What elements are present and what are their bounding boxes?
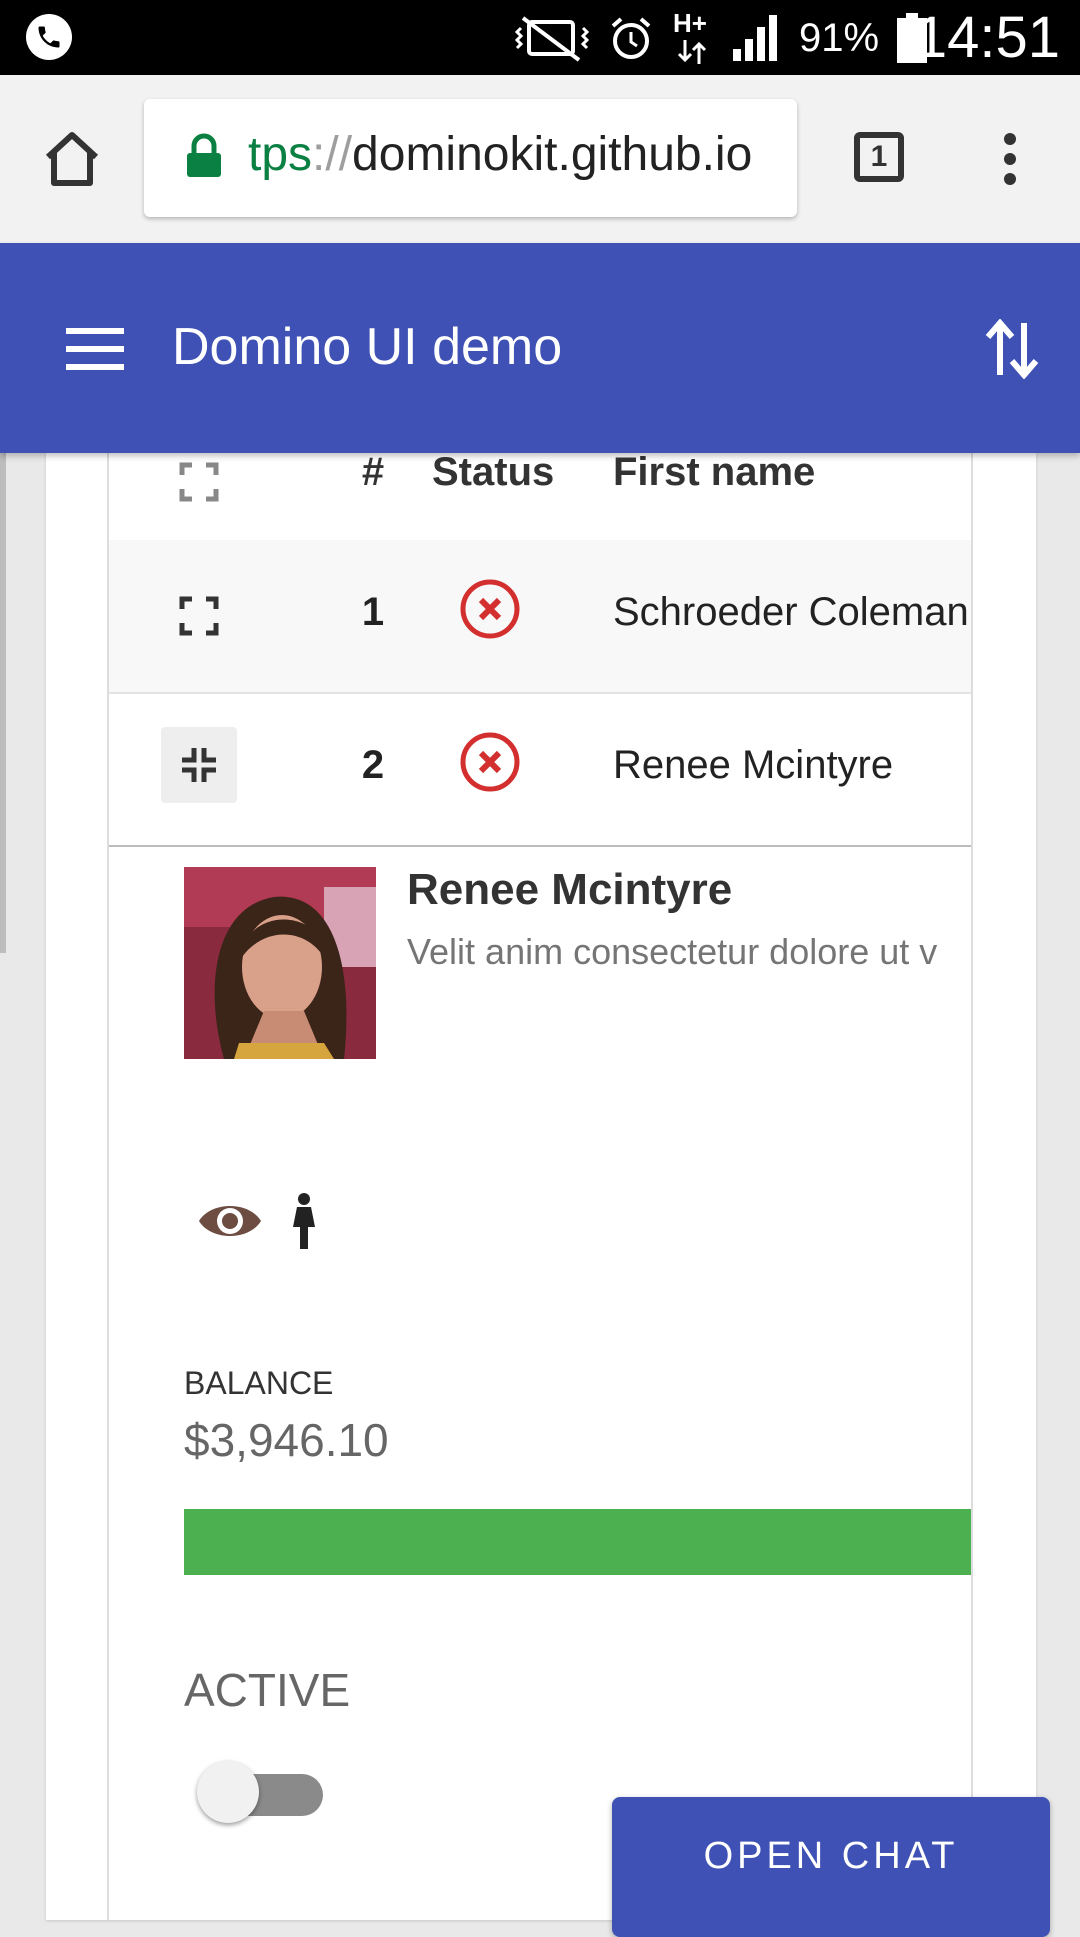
row-number: 2 [361,743,385,787]
hamburger-menu-icon[interactable] [66,328,124,370]
first-name-cell: Renee Mcintyre [613,743,894,787]
mute-vibrate-icon [515,16,589,62]
home-button[interactable] [40,127,104,191]
fullscreen-exit-icon [182,748,216,782]
url-text: tps://dominokit.github.io [248,128,753,181]
browser-toolbar: tps://dominokit.github.io 1 [0,75,1080,244]
phone-icon [26,14,72,60]
active-toggle[interactable] [197,1757,327,1827]
toggle-thumb [197,1761,259,1823]
clock: 14:51 [914,5,1060,70]
table-row[interactable]: 1 Schroeder Coleman [109,540,971,694]
data-table: # Status First name 1 Schroeder Coleman … [107,453,973,1920]
alarm-icon [611,17,651,59]
collapse-row-button[interactable] [161,727,237,803]
table-row[interactable]: 2 Renee Mcintyre [109,693,971,847]
sort-arrows-icon[interactable] [984,319,1040,379]
detail-name: Renee Mcintyre [407,865,733,914]
active-label: ACTIVE [184,1664,351,1716]
app-title: Domino UI demo [172,318,563,376]
female-icon [293,1193,315,1249]
eye-icon [199,1206,261,1236]
balance-progress-fill [184,1509,971,1575]
row-number: 1 [361,590,385,634]
fullscreen-icon [179,462,219,502]
signal-icon [733,15,777,61]
expand-row-button[interactable] [161,578,237,654]
balance-progress-bar [184,1509,971,1575]
cancel-status-icon [460,732,520,792]
detail-description: Velit anim consectetur dolore ut v [407,931,938,972]
balance-value: $3,946.10 [184,1414,389,1466]
drawer-edge [0,453,6,953]
status-bar: H+ 91% 14:51 [0,0,1080,75]
browser-menu-button[interactable] [998,127,1022,191]
open-chat-button[interactable]: OPEN CHAT [612,1797,1050,1937]
cancel-status-icon [460,579,520,639]
first-name-cell: Schroeder Coleman [613,590,969,634]
home-icon [45,132,99,186]
balance-label: BALANCE [184,1365,334,1401]
tab-switcher-button[interactable]: 1 [854,132,904,182]
fullscreen-icon [179,596,219,636]
column-header-first-name[interactable]: First name [613,453,815,495]
address-bar[interactable]: tps://dominokit.github.io [144,99,797,217]
avatar [184,867,376,1059]
network-hplus-icon: H+ [673,8,713,64]
expand-all-button[interactable] [161,453,237,520]
lock-icon [187,133,221,177]
column-header-number[interactable]: # [343,453,403,495]
battery-percent: 91% [799,15,880,60]
app-bar: Domino UI demo [0,243,1080,453]
table-header: # Status First name [109,453,971,542]
column-header-status[interactable]: Status [432,453,554,495]
